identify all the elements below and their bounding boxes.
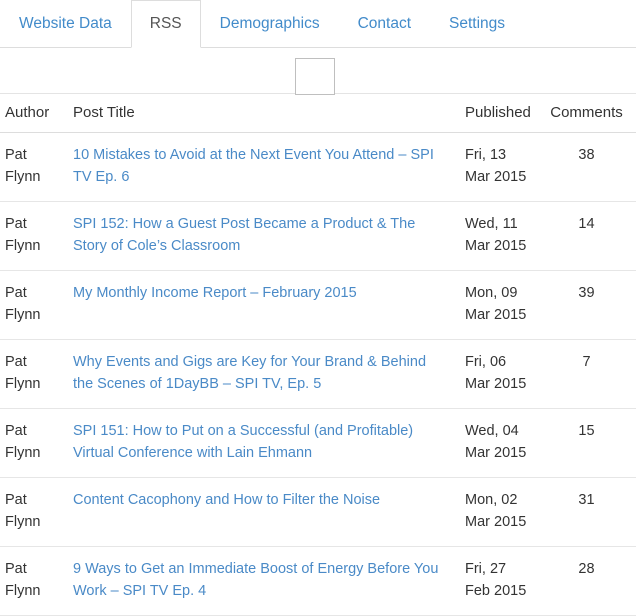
published-month: Feb 2015 [465,580,533,602]
cell-post-title: SPI 152: How a Guest Post Became a Produ… [68,201,445,270]
published-day: Fri, 27 [465,558,533,580]
cell-author: Pat Flynn [0,339,68,408]
published-day: Wed, 11 [465,213,533,235]
rss-feed-table: Author Post Title Published Comments Pat… [0,94,636,616]
post-title-link[interactable]: Why Events and Gigs are Key for Your Bra… [73,354,426,392]
published-month: Mar 2015 [465,304,533,326]
post-title-link[interactable]: Content Cacophony and How to Filter the … [73,492,380,508]
table-row: Pat Flynn My Monthly Income Report – Feb… [0,270,636,339]
post-title-link[interactable]: 9 Ways to Get an Immediate Boost of Ener… [73,561,438,599]
published-day: Mon, 02 [465,489,533,511]
cell-post-title: SPI 151: How to Put on a Successful (and… [68,408,445,477]
cell-published: Fri, 06 Mar 2015 [445,339,537,408]
tab-demographics[interactable]: Demographics [201,0,339,48]
published-month: Mar 2015 [465,166,533,188]
cell-published: Fri, 13 Mar 2015 [445,133,537,202]
cell-comments: 39 [537,270,636,339]
cell-published: Mon, 09 Mar 2015 [445,270,537,339]
cell-post-title: Content Cacophony and How to Filter the … [68,477,445,546]
tab-website-data[interactable]: Website Data [0,0,131,48]
table-row: Pat Flynn Why Events and Gigs are Key fo… [0,339,636,408]
tab-rss[interactable]: RSS [131,0,201,48]
table-body: Pat Flynn 10 Mistakes to Avoid at the Ne… [0,133,636,616]
cell-post-title: 9 Ways to Get an Immediate Boost of Ener… [68,546,445,615]
media-area [0,48,636,94]
published-day: Fri, 13 [465,144,533,166]
cell-author: Pat Flynn [0,477,68,546]
published-month: Mar 2015 [465,442,533,464]
cell-author: Pat Flynn [0,546,68,615]
cell-author: Pat Flynn [0,270,68,339]
cell-comments: 38 [537,133,636,202]
cell-published: Wed, 04 Mar 2015 [445,408,537,477]
table-header: Author Post Title Published Comments [0,94,636,133]
cell-published: Wed, 11 Mar 2015 [445,201,537,270]
tab-settings[interactable]: Settings [430,0,524,48]
cell-comments: 15 [537,408,636,477]
cell-post-title: Why Events and Gigs are Key for Your Bra… [68,339,445,408]
published-month: Mar 2015 [465,235,533,257]
post-title-link[interactable]: SPI 151: How to Put on a Successful (and… [73,423,413,461]
post-title-link[interactable]: My Monthly Income Report – February 2015 [73,285,357,301]
cell-author: Pat Flynn [0,133,68,202]
cell-post-title: 10 Mistakes to Avoid at the Next Event Y… [68,133,445,202]
column-header-post-title: Post Title [68,94,445,133]
cell-comments: 31 [537,477,636,546]
column-header-comments: Comments [537,94,636,133]
cell-post-title: My Monthly Income Report – February 2015 [68,270,445,339]
table-row: Pat Flynn Content Cacophony and How to F… [0,477,636,546]
cell-author: Pat Flynn [0,201,68,270]
published-month: Mar 2015 [465,511,533,533]
broken-image-placeholder-icon [295,58,335,95]
published-day: Mon, 09 [465,282,533,304]
published-month: Mar 2015 [465,373,533,395]
column-header-author: Author [0,94,68,133]
post-title-link[interactable]: 10 Mistakes to Avoid at the Next Event Y… [73,147,434,185]
table-header-row: Author Post Title Published Comments [0,94,636,133]
post-title-link[interactable]: SPI 152: How a Guest Post Became a Produ… [73,216,415,254]
cell-comments: 7 [537,339,636,408]
column-header-published: Published [445,94,537,133]
table-row: Pat Flynn SPI 151: How to Put on a Succe… [0,408,636,477]
cell-published: Fri, 27 Feb 2015 [445,546,537,615]
published-day: Fri, 06 [465,351,533,373]
tab-bar: Website Data RSS Demographics Contact Se… [0,0,636,48]
cell-comments: 14 [537,201,636,270]
tab-contact[interactable]: Contact [339,0,430,48]
table-row: Pat Flynn 10 Mistakes to Avoid at the Ne… [0,133,636,202]
cell-author: Pat Flynn [0,408,68,477]
table-row: Pat Flynn 9 Ways to Get an Immediate Boo… [0,546,636,615]
published-day: Wed, 04 [465,420,533,442]
table-row: Pat Flynn SPI 152: How a Guest Post Beca… [0,201,636,270]
cell-published: Mon, 02 Mar 2015 [445,477,537,546]
cell-comments: 28 [537,546,636,615]
